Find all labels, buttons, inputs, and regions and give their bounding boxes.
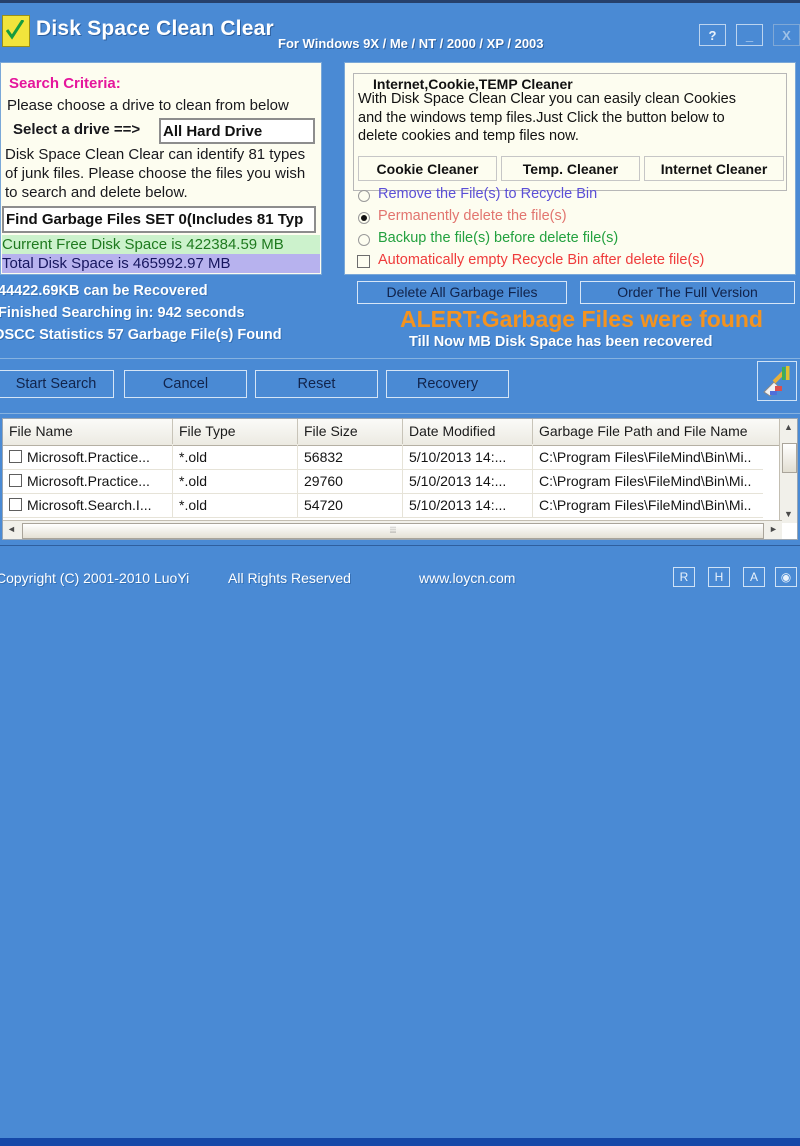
- recovery-button[interactable]: Recovery: [386, 370, 509, 398]
- footer-accent-line: [0, 1138, 800, 1146]
- broom-icon[interactable]: [757, 361, 797, 401]
- scroll-right-arrow[interactable]: ►: [765, 521, 782, 538]
- column-header-date-modified[interactable]: Date Modified: [403, 419, 533, 444]
- cell-garbage-path: C:\Program Files\FileMind\Bin\Mi..: [539, 449, 752, 465]
- footer-button-h[interactable]: H: [708, 567, 730, 587]
- checkbox-auto-empty-recycle-bin[interactable]: [357, 255, 370, 268]
- title-subtitle: For Windows 9X / Me / NT / 2000 / XP / 2…: [278, 36, 544, 51]
- cell-date-modified: 5/10/2013 14:...: [403, 469, 533, 493]
- cleaner-description: With Disk Space Clean Clear you can easi…: [358, 90, 786, 146]
- horizontal-scrollbar[interactable]: ◄ ⦙⦙⦙ ►: [3, 520, 782, 539]
- checkmark-glyph: [6, 20, 24, 40]
- option-label-remove-to-recycle-bin[interactable]: Remove the File(s) to Recycle Bin: [378, 186, 597, 202]
- radio-backup-before-delete[interactable]: [358, 234, 370, 246]
- cell-garbage-path: C:\Program Files\FileMind\Bin\Mi..: [539, 497, 752, 513]
- cleaner-desc-line3: delete cookies and temp files now.: [358, 128, 579, 144]
- cell-file-type: *.old: [173, 493, 298, 517]
- radio-remove-to-recycle-bin[interactable]: [358, 190, 370, 202]
- start-search-button[interactable]: Start Search: [0, 370, 114, 398]
- select-drive-label: Select a drive ==>: [13, 121, 141, 138]
- statistics-status: DSCC Statistics 57 Garbage File(s) Found: [0, 327, 282, 343]
- cleaner-desc-line1: With Disk Space Clean Clear you can easi…: [358, 91, 736, 107]
- delete-all-garbage-files-button[interactable]: Delete All Garbage Files: [357, 281, 567, 304]
- cell-file-size: 29760: [298, 469, 403, 493]
- choose-drive-text: Please choose a drive to clean from belo…: [7, 97, 289, 114]
- page-title: Disk Space Clean Clear: [36, 17, 274, 40]
- free-disk-space-label: Current Free Disk Space is 422384.59 MB: [2, 235, 320, 254]
- rights-text: All Rights Reserved: [228, 570, 351, 586]
- table-header-row: File Name File Type File Size Date Modif…: [3, 419, 797, 446]
- cleaner-panel: Internet,Cookie,TEMP Cleaner With Disk S…: [344, 62, 796, 275]
- search-criteria-heading: Search Criteria:: [9, 75, 121, 92]
- recovered-size-status: 44422.69KB can be Recovered: [0, 283, 208, 299]
- horizontal-scroll-thumb[interactable]: ⦙⦙⦙: [22, 523, 764, 539]
- scroll-down-arrow[interactable]: ▼: [780, 506, 797, 523]
- cell-file-name: Microsoft.Search.I...: [3, 493, 173, 517]
- footer-button-r[interactable]: R: [673, 567, 695, 587]
- application-window: Disk Space Clean Clear For Windows 9X / …: [0, 0, 800, 1146]
- identify-text-line3: to search and delete below.: [5, 184, 188, 201]
- internet-cleaner-button[interactable]: Internet Cleaner: [644, 156, 784, 181]
- cell-file-name: Microsoft.Practice...: [3, 445, 173, 469]
- scroll-up-arrow[interactable]: ▲: [780, 419, 797, 436]
- cell-file-size: 54720: [298, 493, 403, 517]
- cleaner-desc-line2: and the windows temp files.Just Click th…: [358, 109, 725, 126]
- help-button[interactable]: ?: [699, 24, 726, 46]
- total-disk-space-label: Total Disk Space is 465992.97 MB: [2, 254, 320, 273]
- column-header-file-name[interactable]: File Name: [3, 419, 173, 444]
- cell-file-type: *.old: [173, 469, 298, 493]
- cancel-button[interactable]: Cancel: [124, 370, 247, 398]
- copyright-text: Copyright (C) 2001-2010 LuoYi: [0, 570, 190, 586]
- column-header-file-type[interactable]: File Type: [173, 419, 298, 444]
- footer-button-a[interactable]: A: [743, 567, 765, 587]
- option-label-auto-empty-recycle-bin[interactable]: Automatically empty Recycle Bin after de…: [378, 252, 704, 268]
- broom-glyph: [763, 366, 790, 397]
- column-header-garbage-path[interactable]: Garbage File Path and File Name: [533, 419, 765, 444]
- cell-file-size: 56832: [298, 445, 403, 469]
- scroll-left-arrow[interactable]: ◄: [3, 521, 20, 538]
- reset-button[interactable]: Reset: [255, 370, 378, 398]
- close-button[interactable]: X: [773, 24, 800, 46]
- minimize-button[interactable]: _: [736, 24, 763, 46]
- table-row[interactable]: Microsoft.Search.I... *.old 54720 5/10/2…: [3, 493, 763, 518]
- garbage-set-select[interactable]: Find Garbage Files SET 0(Includes 81 Typ: [2, 206, 316, 233]
- identify-text-line1: Disk Space Clean Clear can identify 81 t…: [5, 146, 306, 163]
- identify-text-line2: of junk files. Please choose the files y…: [5, 165, 306, 182]
- cell-date-modified: 5/10/2013 14:...: [403, 493, 533, 517]
- table-row[interactable]: Microsoft.Practice... *.old 29760 5/10/2…: [3, 469, 763, 494]
- vertical-scrollbar[interactable]: ▲ ▼: [779, 419, 797, 523]
- option-label-backup-before-delete[interactable]: Backup the file(s) before delete file(s): [378, 230, 618, 246]
- cookie-cleaner-button[interactable]: Cookie Cleaner: [358, 156, 497, 181]
- till-now-recovered-label: Till Now MB Disk Space has been recovere…: [409, 334, 713, 350]
- finished-searching-status: Finished Searching in: 942 seconds: [0, 305, 245, 321]
- action-bar: Start Search Cancel Reset Recovery: [0, 358, 800, 414]
- option-label-permanently-delete[interactable]: Permanently delete the file(s): [378, 208, 567, 224]
- cell-garbage-path: C:\Program Files\FileMind\Bin\Mi..: [539, 473, 752, 489]
- cell-file-type: *.old: [173, 445, 298, 469]
- cell-date-modified: 5/10/2013 14:...: [403, 445, 533, 469]
- checkmark-icon: [2, 15, 30, 47]
- column-header-file-size[interactable]: File Size: [298, 419, 403, 444]
- search-criteria-panel: Search Criteria: Please choose a drive t…: [0, 62, 322, 275]
- alert-message: ALERT:Garbage Files were found: [400, 306, 763, 332]
- order-full-version-button[interactable]: Order The Full Version: [580, 281, 795, 304]
- website-link[interactable]: www.loycn.com: [419, 570, 515, 586]
- cell-file-name: Microsoft.Practice...: [3, 469, 173, 493]
- radio-permanently-delete[interactable]: [358, 212, 370, 224]
- internet-cookie-temp-groupbox: Internet,Cookie,TEMP Cleaner With Disk S…: [353, 73, 787, 191]
- drive-select[interactable]: All Hard Drive: [159, 118, 315, 144]
- title-bar: Disk Space Clean Clear For Windows 9X / …: [0, 0, 800, 59]
- footer-button-options[interactable]: ◉: [775, 567, 797, 587]
- vertical-scroll-thumb[interactable]: [782, 443, 797, 473]
- garbage-files-table[interactable]: File Name File Type File Size Date Modif…: [2, 418, 798, 540]
- temp-cleaner-button[interactable]: Temp. Cleaner: [501, 156, 640, 181]
- table-row[interactable]: Microsoft.Practice... *.old 56832 5/10/2…: [3, 445, 763, 470]
